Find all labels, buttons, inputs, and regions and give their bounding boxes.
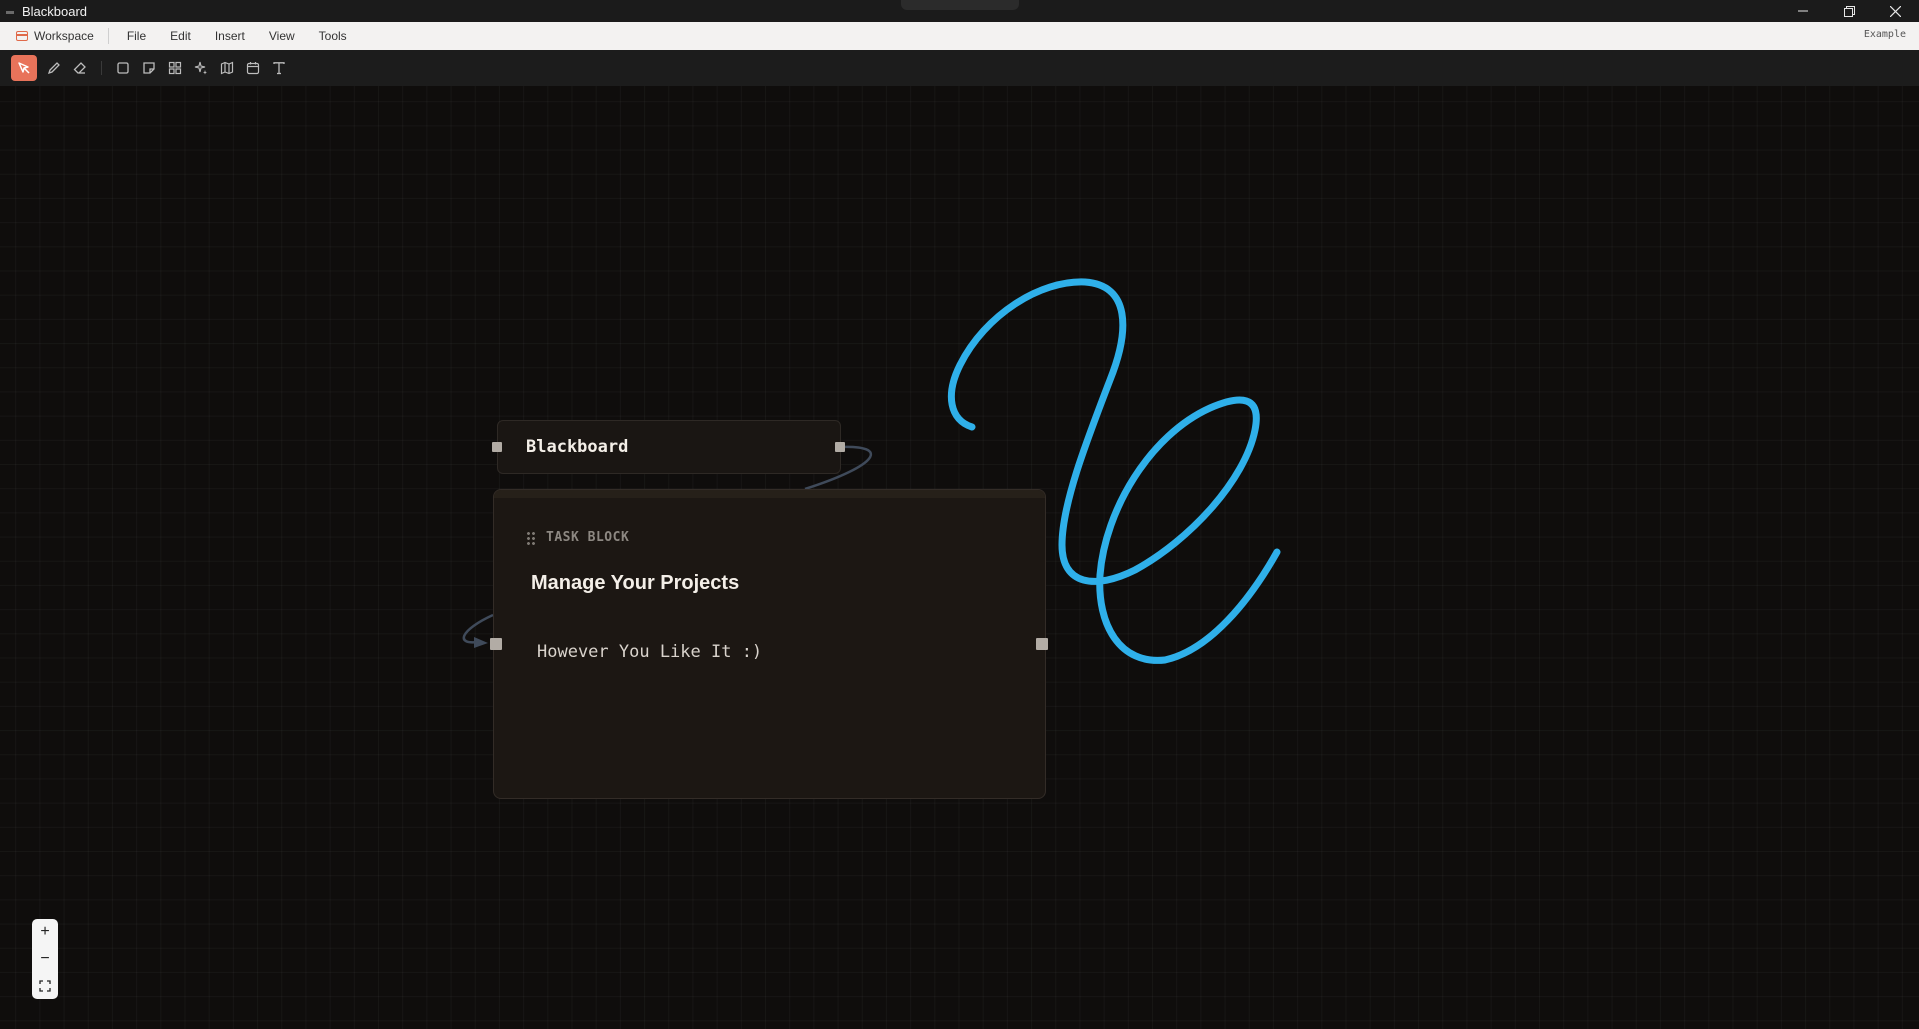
minimize-button[interactable] [1780, 0, 1826, 22]
restore-button[interactable] [1826, 0, 1872, 22]
title-bar: Blackboard [0, 0, 1919, 22]
title-node[interactable]: Blackboard [497, 420, 841, 474]
menu-view[interactable]: View [269, 29, 295, 43]
text-tool-button[interactable] [266, 55, 292, 81]
minus-icon: − [40, 949, 50, 967]
pen-tool-button[interactable] [41, 55, 67, 81]
grid-tool-button[interactable] [162, 55, 188, 81]
plus-icon: + [40, 923, 50, 941]
calendar-tool-button[interactable] [240, 55, 266, 81]
zoom-out-button[interactable]: − [32, 946, 58, 972]
restore-icon [1843, 5, 1855, 17]
close-icon [1889, 5, 1901, 17]
eraser-icon [73, 62, 86, 74]
sparkle-tool-button[interactable] [188, 55, 214, 81]
toolbar [0, 50, 1919, 86]
minimize-icon [1798, 10, 1808, 12]
grid-icon [168, 61, 182, 75]
task-block-header: TASK BLOCK [526, 530, 629, 545]
menu-insert[interactable]: Insert [215, 29, 245, 43]
menu-bar: Workspace File Edit Insert View Tools Ex… [0, 22, 1919, 50]
zoom-in-button[interactable]: + [32, 919, 58, 945]
task-node-left-handle[interactable] [490, 638, 502, 650]
sparkles-icon [194, 61, 207, 75]
note-tool-button[interactable] [136, 55, 162, 81]
map-tool-button[interactable] [214, 55, 240, 81]
drag-handle[interactable] [901, 0, 1019, 10]
sticky-note-icon [143, 62, 155, 74]
title-node-text: Blackboard [526, 437, 629, 457]
title-node-left-handle[interactable] [492, 442, 502, 452]
task-block-label: TASK BLOCK [546, 530, 630, 545]
calendar-icon [246, 62, 260, 75]
workspace-name-label: Example [1863, 29, 1906, 40]
title-node-right-handle[interactable] [835, 442, 845, 452]
eraser-tool-button[interactable] [67, 55, 93, 81]
select-tool-button[interactable] [11, 55, 37, 81]
close-button[interactable] [1872, 0, 1918, 22]
map-icon [220, 61, 234, 75]
task-block-node[interactable]: TASK BLOCK Manage Your Projects However … [493, 489, 1046, 799]
menu-tools[interactable]: Tools [319, 29, 347, 43]
menu-edit[interactable]: Edit [170, 29, 191, 43]
zoom-controls: + − [32, 919, 58, 999]
square-icon [117, 62, 129, 74]
text-icon [273, 62, 285, 75]
window-title: Blackboard [22, 3, 88, 19]
workspace-menu[interactable]: Workspace [16, 28, 109, 44]
workspace-label: Workspace [34, 29, 94, 43]
fullscreen-icon [39, 979, 51, 992]
drag-grip-icon[interactable] [526, 530, 536, 545]
task-description[interactable]: However You Like It :) [537, 642, 762, 662]
app-icon [6, 6, 16, 16]
task-title[interactable]: Manage Your Projects [531, 572, 739, 595]
pencil-icon [47, 62, 60, 75]
cursor-icon [18, 62, 30, 74]
menu-file[interactable]: File [127, 29, 146, 43]
toolbar-divider [101, 61, 102, 75]
rectangle-tool-button[interactable] [110, 55, 136, 81]
calendar-icon [16, 31, 28, 41]
task-node-right-handle[interactable] [1036, 638, 1048, 650]
fit-view-button[interactable] [32, 973, 58, 999]
